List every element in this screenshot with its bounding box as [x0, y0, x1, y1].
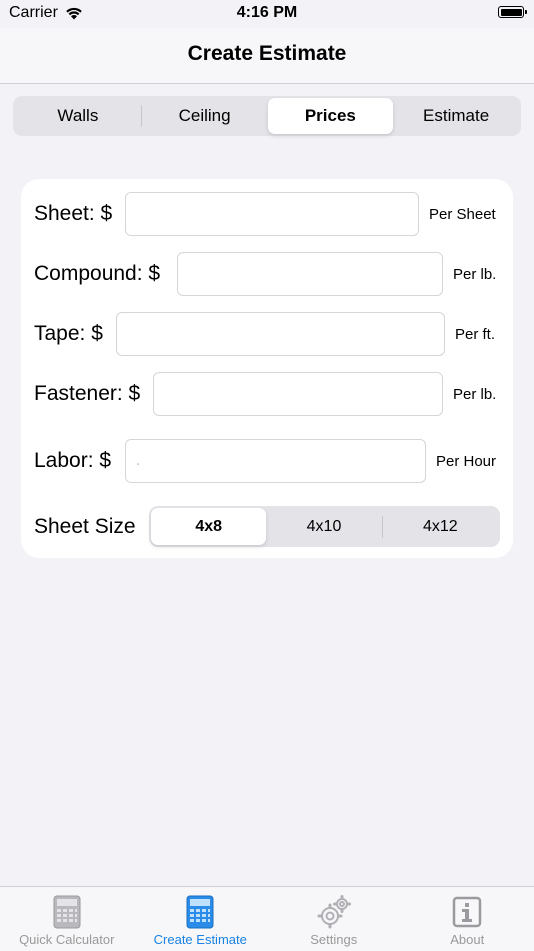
sheet-size-4x8[interactable]: 4x8: [151, 508, 266, 545]
calculator-icon: [185, 895, 215, 929]
tape-price-unit: Per ft.: [455, 326, 495, 343]
tab-bar: Quick Calculator Create Estimate: [0, 886, 534, 951]
sheet-price-unit: Per Sheet: [429, 206, 496, 223]
sheet-size-4x10[interactable]: 4x10: [266, 508, 381, 545]
prices-form-card: Sheet: $ Per Sheet Compound: $ Per lb. T…: [21, 179, 513, 558]
compound-price-unit: Per lb.: [453, 266, 496, 283]
tab-quick-calculator[interactable]: Quick Calculator: [0, 887, 134, 951]
compound-price-input[interactable]: [177, 252, 443, 296]
tab-walls[interactable]: Walls: [15, 98, 141, 134]
page-title: Create Estimate: [0, 42, 534, 66]
fastener-price-label: Fastener: $: [34, 382, 140, 406]
sheet-size-segmented-control: 4x8 4x10 4x12: [149, 506, 500, 547]
tab-create-estimate[interactable]: Create Estimate: [134, 887, 268, 951]
sheet-size-label: Sheet Size: [34, 515, 136, 539]
tab-label: Quick Calculator: [19, 932, 114, 947]
tab-settings[interactable]: Settings: [267, 887, 401, 951]
calculator-icon: [52, 895, 82, 929]
tape-price-label: Tape: $: [34, 322, 103, 346]
navigation-bar: Create Estimate: [0, 28, 534, 84]
gear-icon: [317, 895, 351, 929]
status-time: 4:16 PM: [0, 4, 534, 22]
compound-price-label: Compound: $: [34, 262, 160, 286]
labor-price-unit: Per Hour: [436, 453, 496, 470]
labor-price-input[interactable]: [125, 439, 426, 483]
tab-label: About: [450, 932, 484, 947]
info-icon: [452, 895, 482, 929]
tab-label: Create Estimate: [154, 932, 247, 947]
tab-label: Settings: [310, 932, 357, 947]
tape-price-input[interactable]: [116, 312, 445, 356]
sheet-size-4x12[interactable]: 4x12: [383, 508, 498, 545]
status-bar: Carrier 4:16 PM: [0, 0, 534, 28]
tab-prices[interactable]: Prices: [268, 98, 394, 134]
sheet-price-label: Sheet: $: [34, 202, 112, 226]
tab-ceiling[interactable]: Ceiling: [142, 98, 268, 134]
tab-about[interactable]: About: [401, 887, 534, 951]
tab-estimate[interactable]: Estimate: [393, 98, 519, 134]
fastener-price-input[interactable]: [153, 372, 443, 416]
labor-price-label: Labor: $: [34, 449, 111, 473]
fastener-price-unit: Per lb.: [453, 386, 496, 403]
section-segmented-control: Walls Ceiling Prices Estimate: [13, 96, 521, 136]
sheet-price-input[interactable]: [125, 192, 419, 236]
battery-icon: [498, 6, 524, 18]
